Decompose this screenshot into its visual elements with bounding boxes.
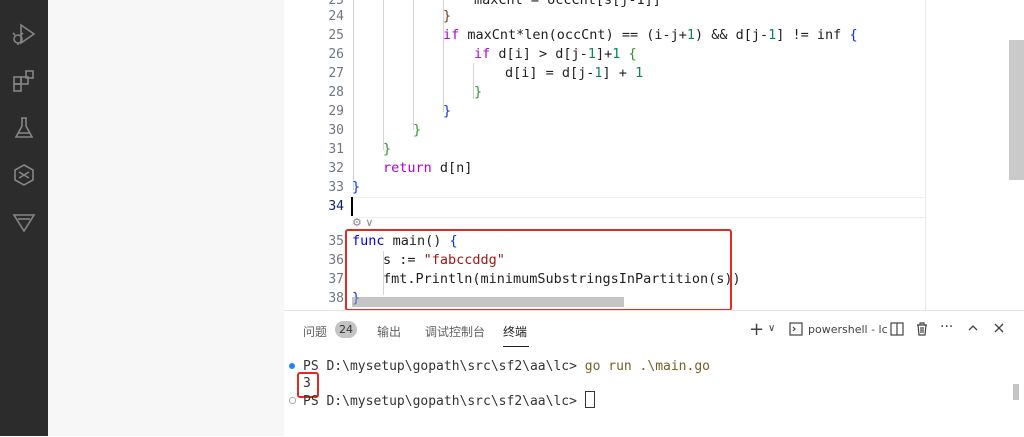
line-number: 38 [328, 291, 344, 306]
line-number: 24 [328, 9, 344, 24]
line-number: 25 [328, 28, 344, 43]
terminal-scrollbar[interactable] [1013, 384, 1019, 400]
line-number: 33 [328, 180, 344, 195]
code-line: if maxCnt*len(occCnt) == (i-j+1) && d[j-… [443, 27, 858, 43]
remote-icon[interactable] [0, 157, 48, 193]
inline-hint[interactable]: ⚙ ∨ [352, 216, 373, 229]
terminal-line[interactable]: PS D:\mysetup\gopath\src\sf2\aa\lc> [303, 391, 595, 411]
code-line: return d[n] [383, 160, 473, 176]
extensions-icon[interactable] [0, 63, 48, 99]
code-line: if d[i] > d[j-1]+1 { [474, 46, 637, 62]
source-control-triangle-icon[interactable] [0, 204, 48, 240]
trash-icon[interactable] [915, 322, 929, 340]
line-number: 29 [328, 104, 344, 119]
panel-tabs: 问题 24 输出 调试控制台 终端 + ∨ powershell - lc ··… [284, 311, 1024, 349]
split-terminal-icon[interactable] [890, 322, 904, 340]
terminal-icon [789, 322, 803, 340]
more-actions-icon[interactable]: ··· [940, 319, 953, 335]
code-line: } [443, 103, 452, 119]
indent-guide [353, 0, 354, 190]
line-number-gutter: 25 24 25 26 27 28 29 30 31 32 33 34 35 3… [284, 0, 344, 310]
code-line: d[i] = d[j-1] + 1 [505, 65, 644, 81]
terminal-line: PS D:\mysetup\gopath\src\sf2\aa\lc> go r… [303, 357, 710, 376]
minimap-border [925, 0, 926, 310]
text-cursor [351, 197, 353, 216]
line-number: 28 [328, 85, 344, 100]
code-line: maxCnt = occCnt[s[j-1]] [474, 0, 661, 10]
terminal-cursor [584, 391, 595, 408]
code-line: } [474, 84, 483, 100]
line-number: 31 [328, 142, 344, 157]
indent-guide [383, 0, 384, 150]
line-number: 26 [328, 47, 344, 62]
side-panel [48, 0, 284, 436]
terminal-prompt: PS D:\mysetup\gopath\src\sf2\aa\lc> [303, 359, 585, 374]
line-number: 32 [328, 161, 344, 176]
code-line: } [383, 141, 392, 157]
line-number: 30 [328, 123, 344, 138]
add-terminal-button[interactable]: + [749, 319, 764, 340]
close-icon[interactable] [993, 322, 1005, 338]
problems-count-badge: 24 [335, 321, 357, 338]
tab-terminal[interactable]: 终端 [503, 323, 527, 340]
code-line: } [443, 8, 452, 24]
run-debug-icon[interactable] [0, 16, 48, 52]
line-number: 36 [328, 253, 344, 268]
line-number: 37 [328, 272, 344, 287]
chevron-down-icon[interactable]: ∨ [768, 323, 775, 334]
activity-bar [0, 0, 48, 436]
line-number: 34 [328, 199, 344, 214]
maximize-panel-icon[interactable] [967, 322, 979, 338]
testing-icon[interactable] [0, 110, 48, 146]
command-success-dot-icon[interactable] [289, 363, 295, 369]
terminal-command: go run .\main.go [584, 359, 710, 374]
command-idle-dot-icon[interactable] [289, 397, 296, 404]
line-number: 27 [328, 66, 344, 81]
current-line-highlight [352, 197, 927, 218]
indent-guide [413, 0, 414, 130]
tab-problems[interactable]: 问题 [303, 323, 327, 340]
code-line: } [413, 122, 422, 138]
line-number: 35 [328, 234, 344, 249]
active-tab-indicator [503, 346, 529, 347]
code-text: maxCnt = occCnt[s[j-1]] [474, 0, 661, 8]
horizontal-scrollbar[interactable] [352, 297, 624, 307]
code-line: } [352, 179, 361, 195]
terminal-shell-name[interactable]: powershell - lc [808, 323, 888, 336]
tab-debug-console[interactable]: 调试控制台 [425, 323, 485, 340]
vertical-scrollbar[interactable] [1009, 40, 1024, 180]
tab-output[interactable]: 输出 [377, 323, 401, 340]
terminal-prompt: PS D:\mysetup\gopath\src\sf2\aa\lc> [303, 394, 585, 409]
